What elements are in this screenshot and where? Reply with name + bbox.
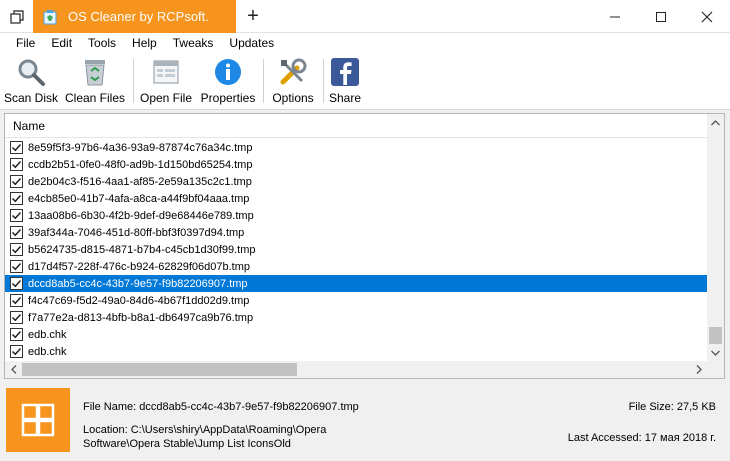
scroll-right-icon[interactable] [690, 361, 707, 378]
toolbar-separator [263, 59, 264, 103]
toolbar: Scan Disk Clean Files Open File Properti… [0, 53, 730, 110]
checkbox-checked-icon[interactable] [10, 277, 23, 290]
file-name-text: File Name: dccd8ab5-cc4c-43b7-9e57-f9b82… [83, 401, 359, 413]
file-name-label: 8e59f5f3-97b6-4a36-93a9-87874c76a34c.tmp [28, 141, 253, 154]
scroll-up-icon[interactable] [707, 114, 724, 131]
tab-title: OS Cleaner by RCPsoft. [68, 9, 209, 24]
list-item[interactable]: f7a77e2a-d813-4bfb-b8a1-db6497ca9b76.tmp [5, 309, 708, 326]
list-item[interactable]: dccd8ab5-cc4c-43b7-9e57-f9b82206907.tmp [5, 275, 708, 292]
list-item[interactable]: edb.chk [5, 326, 708, 343]
facebook-icon [331, 58, 359, 86]
column-header-name[interactable]: Name [5, 114, 708, 138]
options-button[interactable]: Options [268, 57, 318, 107]
details-panel: File Name: dccd8ab5-cc4c-43b7-9e57-f9b82… [0, 382, 730, 461]
file-name-label: ccdb2b51-0fe0-48f0-ad9b-1d150bd65254.tmp [28, 158, 253, 171]
list-item[interactable]: 8e59f5f3-97b6-4a36-93a9-87874c76a34c.tmp [5, 139, 708, 156]
tab-overview-icon[interactable] [0, 0, 33, 33]
title-bar: OS Cleaner by RCPsoft. + [0, 0, 730, 33]
checkbox-checked-icon[interactable] [10, 311, 23, 324]
file-name-label: edb.chk [28, 345, 67, 358]
menu-edit[interactable]: Edit [43, 33, 80, 53]
list-item[interactable]: edb.chk [5, 343, 708, 360]
file-list[interactable]: Name 8e59f5f3-97b6-4a36-93a9-87874c76a34… [4, 113, 725, 379]
open-file-button[interactable]: Open File [138, 57, 194, 107]
checkbox-checked-icon[interactable] [10, 294, 23, 307]
magnifier-icon [18, 59, 45, 86]
checkbox-checked-icon[interactable] [10, 175, 23, 188]
checkbox-checked-icon[interactable] [10, 345, 23, 358]
toolbar-separator [323, 59, 324, 103]
file-rows: 8e59f5f3-97b6-4a36-93a9-87874c76a34c.tmp… [5, 139, 708, 360]
last-accessed-text: Last Accessed: 17 мая 2018 г. [567, 432, 716, 444]
file-size-text: File Size: 27,5 KB [628, 401, 716, 413]
properties-button[interactable]: Properties [199, 57, 257, 107]
file-name-label: b5624735-d815-4871-b7b4-c45cb1d30f99.tmp [28, 243, 256, 256]
checkbox-checked-icon[interactable] [10, 260, 23, 273]
list-item[interactable]: 13aa08b6-6b30-4f2b-9def-d9e68446e789.tmp [5, 207, 708, 224]
file-name-label: f4c47c69-f5d2-49a0-84d6-4b67f1dd02d9.tmp [28, 294, 250, 307]
close-button[interactable] [684, 0, 730, 33]
location-text-line1: Location: C:\Users\shiry\AppData\Roaming… [83, 424, 327, 436]
checkbox-checked-icon[interactable] [10, 328, 23, 341]
file-name-label: 13aa08b6-6b30-4f2b-9def-d9e68446e789.tmp [28, 209, 254, 222]
new-tab-button[interactable]: + [238, 0, 268, 33]
checkbox-checked-icon[interactable] [10, 158, 23, 171]
tools-icon [280, 58, 307, 85]
checkbox-checked-icon[interactable] [10, 192, 23, 205]
checkbox-checked-icon[interactable] [10, 243, 23, 256]
app-tab[interactable]: OS Cleaner by RCPsoft. [33, 0, 236, 33]
horizontal-scrollbar[interactable] [5, 361, 724, 378]
file-name-label: e4cb85e0-41b7-4afa-a8ca-a44f9bf04aaa.tmp [28, 192, 250, 205]
toolbar-separator [133, 59, 134, 103]
location-text-line2: Software\Opera Stable\Jump List IconsOld [83, 438, 291, 450]
minimize-button[interactable] [592, 0, 638, 33]
windows-logo-icon [6, 388, 70, 452]
file-name-label: d17d4f57-228f-476c-b924-62829f06d07b.tmp [28, 260, 251, 273]
horizontal-scroll-thumb[interactable] [22, 363, 297, 376]
menu-tools[interactable]: Tools [80, 33, 124, 53]
vertical-scrollbar[interactable] [707, 114, 724, 361]
list-item[interactable]: b5624735-d815-4871-b7b4-c45cb1d30f99.tmp [5, 241, 708, 258]
list-item[interactable]: e4cb85e0-41b7-4afa-a8ca-a44f9bf04aaa.tmp [5, 190, 708, 207]
info-icon [215, 59, 241, 85]
menu-bar: File Edit Tools Help Tweaks Updates [0, 33, 730, 53]
maximize-button[interactable] [638, 0, 684, 33]
scan-disk-button[interactable]: Scan Disk [4, 57, 58, 107]
checkbox-checked-icon[interactable] [10, 141, 23, 154]
menu-help[interactable]: Help [124, 33, 165, 53]
menu-file[interactable]: File [8, 33, 43, 53]
open-window-icon [153, 60, 179, 84]
file-name-label: 39af344a-7046-451d-80ff-bbf3f0397d94.tmp [28, 226, 245, 239]
file-name-label: de2b04c3-f516-4aa1-af85-2e59a135c2c1.tmp [28, 175, 252, 188]
list-item[interactable]: de2b04c3-f516-4aa1-af85-2e59a135c2c1.tmp [5, 173, 708, 190]
list-item[interactable]: 39af344a-7046-451d-80ff-bbf3f0397d94.tmp [5, 224, 708, 241]
app-logo-icon [43, 9, 57, 24]
list-item[interactable]: ccdb2b51-0fe0-48f0-ad9b-1d150bd65254.tmp [5, 156, 708, 173]
recycle-bin-icon [85, 60, 105, 86]
share-button[interactable]: Share [327, 57, 363, 107]
list-item[interactable]: d17d4f57-228f-476c-b924-62829f06d07b.tmp [5, 258, 708, 275]
file-name-label: f7a77e2a-d813-4bfb-b8a1-db6497ca9b76.tmp [28, 311, 254, 324]
menu-tweaks[interactable]: Tweaks [165, 33, 222, 53]
checkbox-checked-icon[interactable] [10, 209, 23, 222]
checkbox-checked-icon[interactable] [10, 226, 23, 239]
file-name-label: dccd8ab5-cc4c-43b7-9e57-f9b82206907.tmp [28, 277, 248, 290]
file-name-label: edb.chk [28, 328, 67, 341]
list-item[interactable]: f4c47c69-f5d2-49a0-84d6-4b67f1dd02d9.tmp [5, 292, 708, 309]
clean-files-button[interactable]: Clean Files [64, 57, 126, 107]
vertical-scroll-thumb[interactable] [709, 327, 722, 344]
menu-updates[interactable]: Updates [221, 33, 282, 53]
scroll-left-icon[interactable] [5, 361, 22, 378]
scroll-down-icon[interactable] [707, 344, 724, 361]
